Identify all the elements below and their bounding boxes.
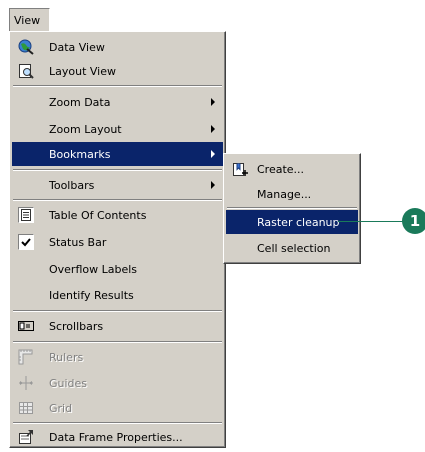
callout-badge: 1 [402,208,425,234]
menu-item-zoom-layout[interactable]: Zoom Layout [12,117,223,141]
menu-item-label: Data View [49,40,105,54]
menu-item-guides[interactable]: Guides [12,371,223,395]
grid-icon [18,400,34,416]
menu-item-label: Zoom Data [49,95,111,109]
menu-item-grid[interactable]: Grid [12,396,223,420]
globe-icon [18,39,34,55]
ruler-icon [18,349,34,365]
submenu-item-label: Cell selection [257,241,331,255]
menu-item-data-frame-properties[interactable]: Data Frame Properties... [12,425,223,449]
menu-separator [13,341,222,343]
callout-number: 1 [409,212,421,230]
callout-leader-line [338,221,404,222]
menu-item-label: Overflow Labels [49,262,138,276]
menu-separator [13,199,222,201]
menu-item-layout-view[interactable]: Layout View [12,59,223,83]
menu-separator [13,169,222,171]
menu-item-label: Scrollbars [49,319,104,333]
view-menu-label: View [14,13,41,27]
properties-icon [18,429,34,445]
menu-item-identify-results[interactable]: Identify Results [12,283,223,307]
page-magnifier-icon [18,63,34,79]
create-bookmark-icon [232,161,248,177]
menu-separator [13,85,222,87]
menu-item-data-view[interactable]: Data View [12,35,223,59]
table-of-contents-icon [18,207,34,223]
menu-item-label: Guides [49,376,88,390]
view-menu-button[interactable]: View [9,8,50,32]
menu-item-label: Grid [49,401,73,415]
menu-item-zoom-data[interactable]: Zoom Data [12,90,223,114]
submenu-item-create[interactable]: Create... [226,157,358,181]
menu-item-label: Data Frame Properties... [49,430,183,444]
menu-separator [227,207,357,209]
menu-item-label: Bookmarks [49,147,111,161]
menu-item-overflow-labels[interactable]: Overflow Labels [12,257,223,281]
menu-separator [13,310,222,312]
view-menu: Data View Layout View Zoom Data Zoom Lay… [9,31,226,448]
submenu-arrow-icon [211,98,215,106]
submenu-item-label: Manage... [257,187,312,201]
menu-item-bookmarks[interactable]: Bookmarks [12,142,223,166]
menu-item-scrollbars[interactable]: Scrollbars [12,314,223,338]
menu-item-label: Zoom Layout [49,122,122,136]
menu-item-table-of-contents[interactable]: Table Of Contents [12,203,223,227]
submenu-item-label: Raster cleanup [257,215,340,229]
submenu-arrow-icon [211,125,215,133]
submenu-item-manage[interactable]: Manage... [226,182,358,206]
menu-item-label: Layout View [49,64,116,78]
submenu-arrow-icon [211,150,215,158]
guides-icon [18,375,34,391]
submenu-item-cell-selection[interactable]: Cell selection [226,236,358,260]
menu-item-label: Table Of Contents [49,208,147,222]
menu-item-label: Toolbars [49,178,95,192]
menu-separator [13,422,222,424]
submenu-arrow-icon [211,181,215,189]
menu-item-rulers[interactable]: Rulers [12,345,223,369]
submenu-item-raster-cleanup[interactable]: Raster cleanup [226,210,358,234]
menu-item-status-bar[interactable]: Status Bar [12,230,223,254]
menu-item-label: Rulers [49,350,84,364]
menu-item-label: Identify Results [49,288,134,302]
checkmark-icon [18,234,34,250]
bookmarks-submenu: Create... Manage... Raster cleanup Cell … [223,153,361,264]
menu-item-toolbars[interactable]: Toolbars [12,173,223,197]
menu-item-label: Status Bar [49,235,107,249]
scrollbar-icon [18,318,34,334]
submenu-item-label: Create... [257,162,305,176]
